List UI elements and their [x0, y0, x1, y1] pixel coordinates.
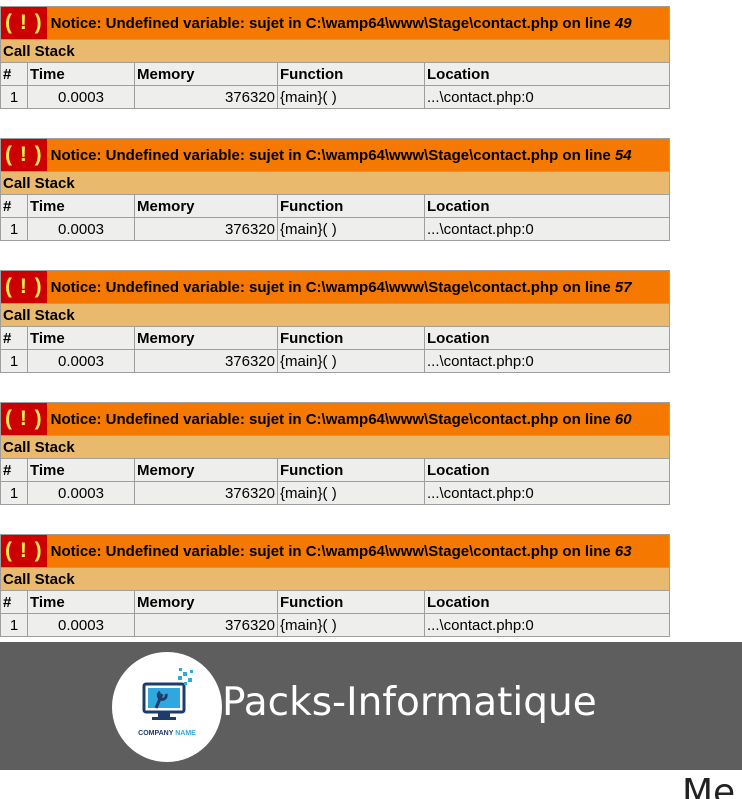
notice-message: Notice: Undefined variable: sujet in C:\… — [47, 543, 632, 560]
call-stack-label: Call Stack — [0, 171, 670, 195]
notice-message: Notice: Undefined variable: sujet in C:\… — [47, 279, 632, 296]
col-number-header: # — [0, 326, 28, 350]
col-function-cell: {main}( ) — [277, 349, 425, 373]
col-function-cell: {main}( ) — [277, 85, 425, 109]
notice-message: Notice: Undefined variable: sujet in C:\… — [47, 15, 632, 32]
col-function-cell: {main}( ) — [277, 481, 425, 505]
col-number-cell: 1 — [0, 85, 28, 109]
notice-table: ( ! ) Notice: Undefined variable: sujet i… — [0, 270, 670, 373]
warning-icon: ( ! ) — [1, 139, 47, 171]
table-row: 1 0.0003 376320 {main}( ) ...\contact.php:0 — [0, 613, 670, 637]
table-row: 1 0.0003 376320 {main}( ) ...\contact.php:0 — [0, 349, 670, 373]
col-memory-cell: 376320 — [134, 217, 278, 241]
col-location-cell: ...\contact.php:0 — [424, 85, 670, 109]
partial-heading: Me — [682, 772, 736, 799]
col-location-cell: ...\contact.php:0 — [424, 481, 670, 505]
col-memory-header: Memory — [134, 590, 278, 614]
col-location-header: Location — [424, 326, 670, 350]
col-function-header: Function — [277, 194, 425, 218]
notice-line-number: 54 — [614, 146, 632, 164]
call-stack-label: Call Stack — [0, 39, 670, 63]
col-function-header: Function — [277, 326, 425, 350]
site-header-bar: COMPANY NAME Packs-Informatique — [0, 642, 742, 770]
col-time-header: Time — [27, 62, 135, 86]
warning-icon: ( ! ) — [1, 403, 47, 435]
col-function-cell: {main}( ) — [277, 613, 425, 637]
notice-message-text: Notice: Undefined variable: sujet in C:\… — [50, 146, 615, 164]
logo-caption: COMPANY NAME — [112, 730, 222, 737]
col-location-cell: ...\contact.php:0 — [424, 349, 670, 373]
notice-line-number: 63 — [614, 542, 632, 560]
notice-line-number: 57 — [614, 278, 632, 296]
col-time-cell: 0.0003 — [27, 217, 135, 241]
notice-table: ( ! ) Notice: Undefined variable: sujet i… — [0, 534, 670, 637]
col-time-header: Time — [27, 194, 135, 218]
notice-title: ( ! ) Notice: Undefined variable: sujet i… — [0, 402, 670, 436]
notice-title: ( ! ) Notice: Undefined variable: sujet i… — [0, 270, 670, 304]
warning-icon: ( ! ) — [1, 535, 47, 567]
col-memory-header: Memory — [134, 458, 278, 482]
notice-message: Notice: Undefined variable: sujet in C:\… — [47, 411, 632, 428]
col-memory-header: Memory — [134, 62, 278, 86]
col-memory-cell: 376320 — [134, 85, 278, 109]
call-stack-label: Call Stack — [0, 567, 670, 591]
logo-company-word: COMPANY — [138, 730, 174, 737]
table-row: 1 0.0003 376320 {main}( ) ...\contact.php:0 — [0, 481, 670, 505]
col-memory-header: Memory — [134, 194, 278, 218]
call-stack-label: Call Stack — [0, 303, 670, 327]
col-memory-cell: 376320 — [134, 613, 278, 637]
brand-name[interactable]: Packs-Informatique — [222, 680, 597, 725]
col-time-cell: 0.0003 — [27, 349, 135, 373]
notice-line-number: 49 — [614, 14, 632, 32]
computer-repair-icon — [142, 668, 193, 720]
col-number-header: # — [0, 458, 28, 482]
notice-message-text: Notice: Undefined variable: sujet in C:\… — [50, 410, 615, 428]
notice-message: Notice: Undefined variable: sujet in C:\… — [47, 147, 632, 164]
warning-icon: ( ! ) — [1, 271, 47, 303]
col-number-header: # — [0, 62, 28, 86]
col-number-cell: 1 — [0, 217, 28, 241]
col-location-cell: ...\contact.php:0 — [424, 613, 670, 637]
col-number-header: # — [0, 590, 28, 614]
col-number-header: # — [0, 194, 28, 218]
warning-icon: ( ! ) — [1, 7, 47, 39]
notice-line-number: 60 — [614, 410, 632, 428]
col-number-cell: 1 — [0, 481, 28, 505]
col-location-header: Location — [424, 458, 670, 482]
table-row: 1 0.0003 376320 {main}( ) ...\contact.php:0 — [0, 217, 670, 241]
logo-name-word: NAME — [175, 730, 196, 737]
col-function-header: Function — [277, 590, 425, 614]
col-time-cell: 0.0003 — [27, 85, 135, 109]
notice-message-text: Notice: Undefined variable: sujet in C:\… — [50, 278, 615, 296]
notice-message-text: Notice: Undefined variable: sujet in C:\… — [50, 542, 615, 560]
col-function-header: Function — [277, 62, 425, 86]
col-time-header: Time — [27, 326, 135, 350]
company-logo[interactable]: COMPANY NAME — [112, 652, 222, 762]
col-time-header: Time — [27, 590, 135, 614]
col-memory-header: Memory — [134, 326, 278, 350]
call-stack-label: Call Stack — [0, 435, 670, 459]
notice-title: ( ! ) Notice: Undefined variable: sujet i… — [0, 6, 670, 40]
notice-table: ( ! ) Notice: Undefined variable: sujet i… — [0, 402, 670, 505]
col-function-cell: {main}( ) — [277, 217, 425, 241]
col-time-cell: 0.0003 — [27, 613, 135, 637]
col-function-header: Function — [277, 458, 425, 482]
notice-table: ( ! ) Notice: Undefined variable: sujet i… — [0, 6, 670, 109]
col-location-header: Location — [424, 194, 670, 218]
col-memory-cell: 376320 — [134, 481, 278, 505]
col-memory-cell: 376320 — [134, 349, 278, 373]
col-number-cell: 1 — [0, 349, 28, 373]
col-time-cell: 0.0003 — [27, 481, 135, 505]
table-row: 1 0.0003 376320 {main}( ) ...\contact.php:0 — [0, 85, 670, 109]
col-location-header: Location — [424, 590, 670, 614]
col-time-header: Time — [27, 458, 135, 482]
notice-message-text: Notice: Undefined variable: sujet in C:\… — [50, 14, 615, 32]
col-location-header: Location — [424, 62, 670, 86]
notice-table: ( ! ) Notice: Undefined variable: sujet i… — [0, 138, 670, 241]
notice-title: ( ! ) Notice: Undefined variable: sujet i… — [0, 534, 670, 568]
col-number-cell: 1 — [0, 613, 28, 637]
notice-title: ( ! ) Notice: Undefined variable: sujet i… — [0, 138, 670, 172]
col-location-cell: ...\contact.php:0 — [424, 217, 670, 241]
